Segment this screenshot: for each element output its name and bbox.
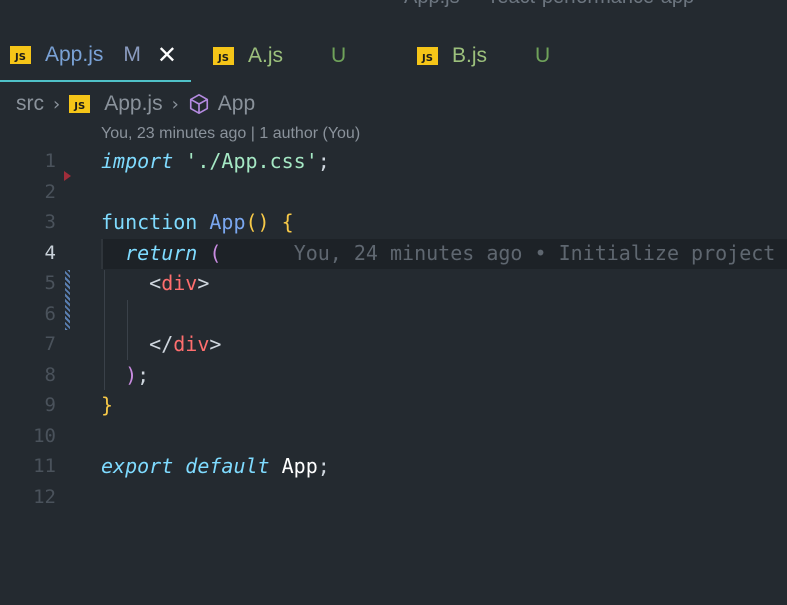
javascript-file-icon: JS (417, 47, 438, 65)
modified-badge: M (123, 43, 141, 66)
code-line: 7 </div> (0, 329, 787, 359)
window-titlebar: App.js — react-performance-app (0, 0, 787, 14)
window-title: App.js — react-performance-app (404, 0, 694, 9)
tab-b-js[interactable]: JS B.js U (407, 30, 550, 82)
chevron-right-icon: › (171, 93, 179, 115)
line-number: 5 (44, 272, 56, 294)
code-line: 3 function App() { (0, 207, 787, 237)
code-line: 6 (0, 299, 787, 329)
line-number: 2 (44, 181, 56, 203)
breadcrumb-folder[interactable]: src (16, 92, 44, 116)
editor-tab-bar: JS App.js M ✕ JS A.js U JS B.js U (0, 30, 787, 82)
code-text: </div> (149, 332, 222, 356)
tab-label: A.js (248, 44, 284, 67)
code-line: 10 (0, 421, 787, 451)
tab-a-js[interactable]: JS A.js U (203, 30, 346, 82)
line-number: 1 (44, 150, 56, 172)
code-line: 11 export default App; (0, 451, 787, 481)
code-text: import './App.css'; (101, 149, 330, 173)
line-number: 10 (33, 425, 56, 447)
line-number: 4 (44, 242, 56, 264)
code-text: function App() { (101, 210, 294, 234)
symbol-cube-icon (189, 94, 208, 114)
line-number: 6 (44, 303, 56, 325)
inline-blame: You, 24 minutes ago • Initialize project (293, 241, 776, 265)
breadcrumb: src › JS App.js › App (16, 90, 255, 118)
code-line: 4 return ( You, 24 minutes ago • Initial… (0, 238, 787, 268)
line-number: 11 (33, 455, 56, 477)
code-text: <div> (149, 271, 210, 295)
chevron-right-icon: › (53, 93, 61, 115)
line-number: 3 (44, 211, 56, 233)
code-line: 2 (0, 177, 787, 207)
breadcrumb-symbol[interactable]: App (218, 92, 255, 116)
code-line: 8 ); (0, 360, 787, 390)
code-text: return ( You, 24 minutes ago • Initializ… (125, 241, 776, 265)
tab-label: App.js (45, 43, 104, 66)
breadcrumb-file[interactable]: App.js (104, 92, 162, 116)
tab-app-js[interactable]: JS App.js M ✕ (0, 30, 191, 82)
git-blame-codelens[interactable]: You, 23 minutes ago | 1 author (You) (101, 125, 360, 143)
untracked-badge: U (535, 44, 551, 67)
code-text: ); (125, 363, 150, 387)
code-line: 9 } (0, 390, 787, 420)
line-number: 8 (44, 364, 56, 386)
javascript-file-icon: JS (213, 47, 234, 65)
untracked-badge: U (331, 44, 347, 67)
tab-label: B.js (452, 44, 488, 67)
line-number: 7 (44, 333, 56, 355)
code-text: export default App; (101, 454, 330, 478)
code-line: 1 import './App.css'; (0, 146, 787, 176)
code-line: 5 <div> (0, 268, 787, 298)
javascript-file-icon: JS (69, 95, 91, 113)
code-text: } (101, 393, 114, 417)
line-number: 9 (44, 394, 56, 416)
code-line: 12 (0, 482, 787, 512)
close-icon[interactable]: ✕ (157, 43, 177, 67)
javascript-file-icon: JS (10, 46, 31, 64)
line-number: 12 (33, 486, 56, 508)
